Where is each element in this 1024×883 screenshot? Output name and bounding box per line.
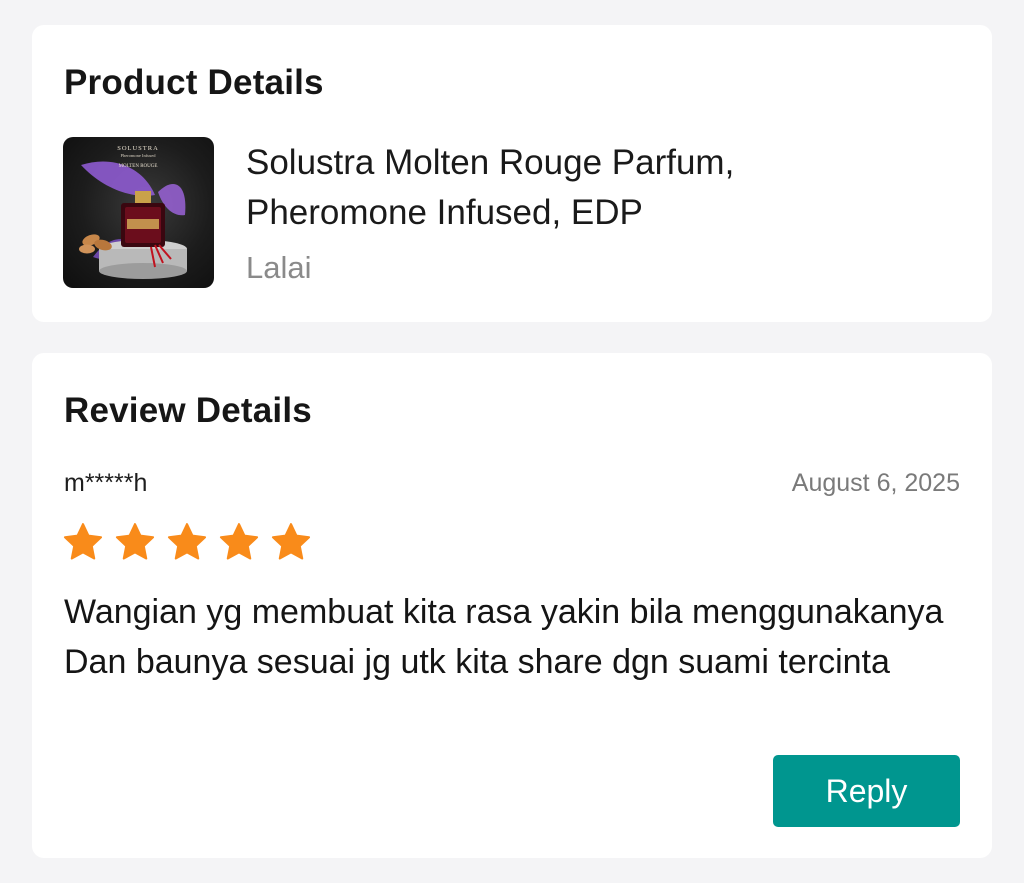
review-date: August 6, 2025 — [791, 469, 960, 497]
product-thumbnail[interactable]: SOLUSTRA Pheromone Infused MOLTEN ROUGE — [63, 137, 214, 288]
product-details-title: Product Details — [64, 63, 324, 102]
svg-text:MOLTEN ROUGE: MOLTEN ROUGE — [119, 164, 158, 169]
review-text: Wangian yg membuat kita rasa yakin bila … — [64, 593, 944, 681]
star-icon — [219, 523, 259, 560]
review-details-card: Review Details m*****h August 6, 2025 Wa… — [32, 353, 992, 858]
star-icon — [63, 523, 103, 560]
svg-text:Pheromone Infused: Pheromone Infused — [120, 153, 156, 158]
svg-text:SOLUSTRA: SOLUSTRA — [117, 145, 159, 152]
reply-button[interactable]: Reply — [773, 755, 960, 827]
star-icon — [115, 523, 155, 560]
review-details-title: Review Details — [64, 391, 312, 430]
product-details-card: Product Details SOLUSTRA Pheromone Infus… — [32, 25, 992, 322]
star-rating — [62, 521, 312, 565]
shop-name: Lalai — [246, 250, 312, 285]
product-name[interactable]: Solustra Molten Rouge Parfum, Pheromone … — [246, 138, 886, 238]
perfume-bottle-icon: SOLUSTRA Pheromone Infused MOLTEN ROUGE — [79, 145, 187, 279]
reviewer-name: m*****h — [64, 469, 148, 497]
star-icon — [271, 523, 311, 560]
star-icon — [167, 523, 207, 560]
